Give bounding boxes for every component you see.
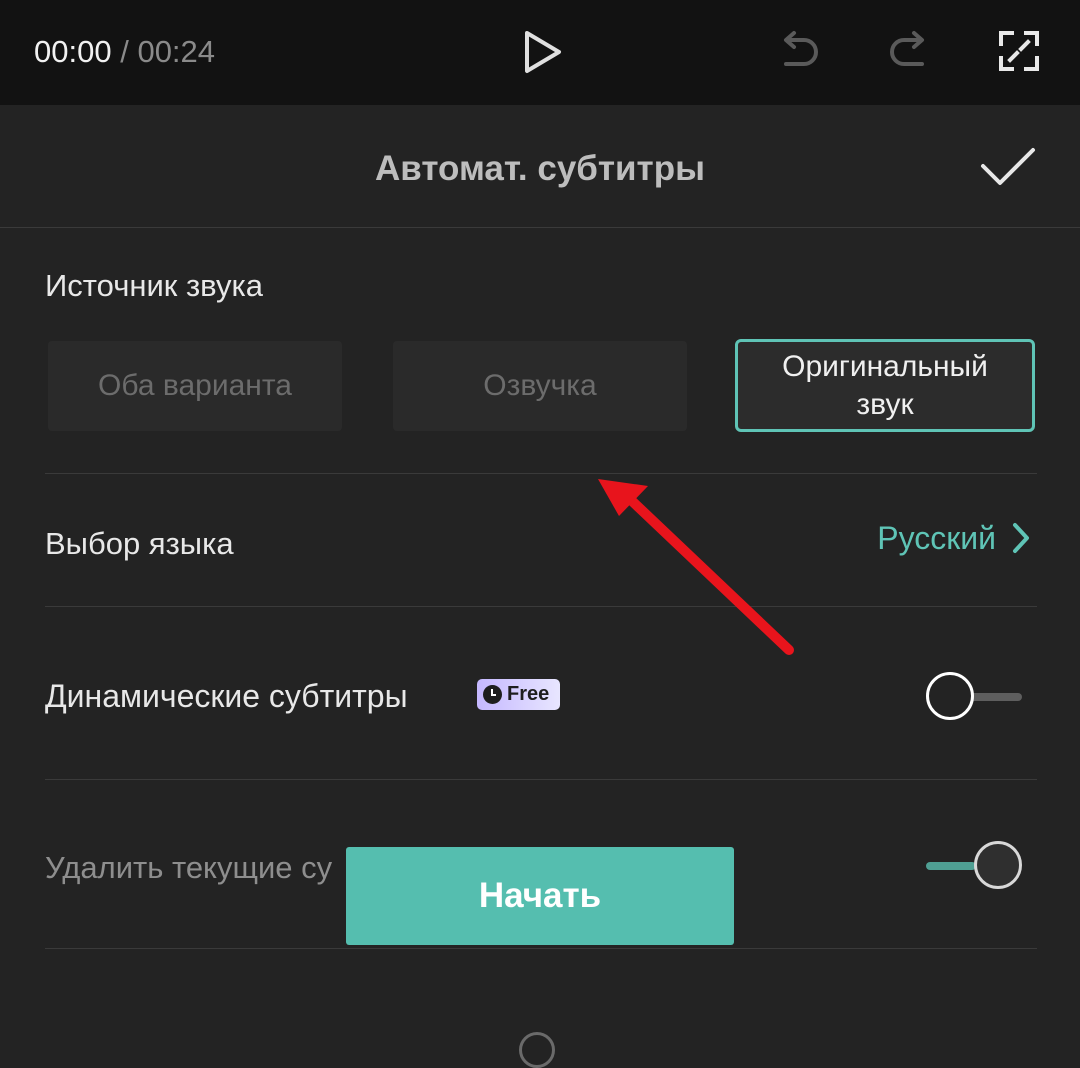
time-separator: / xyxy=(120,34,129,69)
option-voiceover-label: Озвучка xyxy=(483,369,597,402)
divider xyxy=(45,779,1037,780)
current-time: 00:00 xyxy=(34,34,112,69)
fullscreen-icon[interactable] xyxy=(998,30,1040,72)
divider xyxy=(45,606,1037,607)
option-both[interactable]: Оба варианта xyxy=(48,341,342,431)
clock-icon xyxy=(483,685,502,704)
option-original-sound-label: Оригинальный звук xyxy=(782,349,988,421)
option-original-sound[interactable]: Оригинальный звук xyxy=(735,339,1035,432)
toggle-track xyxy=(926,862,976,870)
language-value[interactable]: Русский xyxy=(877,518,996,558)
divider xyxy=(45,473,1037,474)
divider xyxy=(45,948,1037,949)
toggle-track xyxy=(970,693,1022,701)
start-button[interactable]: Начать xyxy=(346,847,734,945)
total-time: 00:24 xyxy=(137,34,216,69)
bottom-partial-icon xyxy=(519,1032,555,1068)
option-both-label: Оба варианта xyxy=(98,369,292,402)
redo-icon[interactable] xyxy=(886,28,932,74)
chevron-right-icon[interactable] xyxy=(1011,522,1031,554)
language-label: Выбор языка xyxy=(45,526,234,561)
panel-title: Автомат. субтитры xyxy=(375,149,705,188)
delete-current-toggle[interactable] xyxy=(926,841,1022,891)
dynamic-subtitles-label: Динамические субтитры xyxy=(45,678,408,714)
check-icon[interactable] xyxy=(980,146,1036,188)
free-badge-text: Free xyxy=(507,683,550,705)
delete-current-label: Удалить текущие су xyxy=(45,850,333,885)
time-display: 00:00 / 00:24 xyxy=(34,32,215,72)
player-toolbar: 00:00 / 00:24 xyxy=(0,0,1080,105)
free-badge: Free xyxy=(477,679,560,710)
toggle-knob xyxy=(974,841,1022,889)
play-icon[interactable] xyxy=(518,28,566,76)
undo-icon[interactable] xyxy=(776,28,822,74)
audio-source-label: Источник звука xyxy=(45,268,263,303)
toggle-knob xyxy=(926,672,974,720)
dynamic-subtitles-toggle[interactable] xyxy=(926,672,1022,722)
header-divider xyxy=(0,227,1080,228)
option-voiceover[interactable]: Озвучка xyxy=(393,341,687,431)
